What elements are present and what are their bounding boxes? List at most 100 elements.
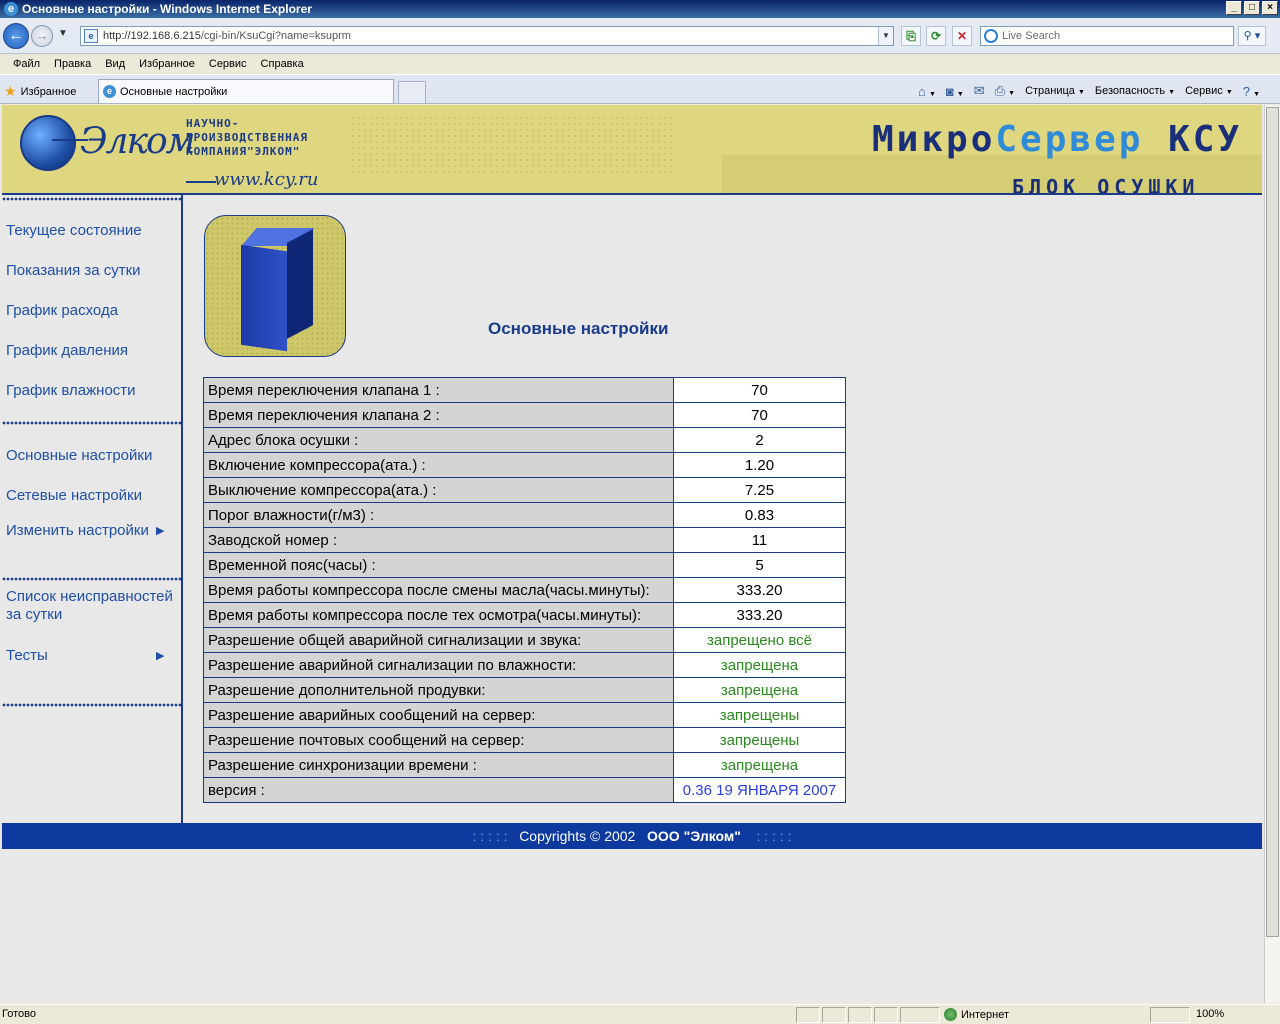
product-title: МикроСервер КСУ — [872, 119, 1243, 160]
sidebar-item-main-settings[interactable]: Основные настройки — [6, 447, 152, 465]
setting-value: запрещены — [673, 727, 846, 753]
stop-icon[interactable]: ✕ — [952, 26, 972, 46]
printer-icon: ⎙ — [994, 83, 1006, 98]
table-row: Разрешение почтовых сообщений на сервер:… — [203, 727, 846, 753]
sidebar-item-network-settings[interactable]: Сетевые настройки — [6, 487, 142, 505]
setting-label: Адрес блока осушки : — [203, 427, 674, 453]
setting-label: Время переключения клапана 1 : — [203, 377, 674, 403]
sidebar-item-change-settings[interactable]: Изменить настройки — [6, 522, 149, 540]
table-row: Время переключения клапана 2 :70 — [203, 402, 846, 428]
sidebar-separator — [2, 197, 182, 201]
website-link[interactable]: www.kcy.ru — [214, 169, 319, 190]
new-tab-button[interactable] — [398, 81, 426, 103]
setting-label: Заводской номер : — [203, 527, 674, 553]
setting-value: 70 — [673, 377, 846, 403]
window-title-bar: e Основные настройки - Windows Internet … — [0, 0, 1280, 18]
address-bar[interactable]: e http://192.168.6.215/cgi-bin/KsuCgi?na… — [80, 26, 894, 46]
menu-edit[interactable]: Правка — [47, 58, 98, 70]
table-row: Разрешение общей аварийной сигнализации … — [203, 627, 846, 653]
setting-value: запрещена — [673, 752, 846, 778]
search-box[interactable]: Live Search — [980, 26, 1234, 46]
cabinet-side — [287, 229, 313, 339]
back-button[interactable]: ← — [3, 23, 29, 49]
status-cell — [796, 1007, 820, 1023]
tab-active[interactable]: e Основные настройки — [98, 79, 394, 103]
url-path: /cgi-bin/KsuCgi?name=ksuprm — [200, 30, 351, 42]
sidebar-item-flow-chart[interactable]: График расхода — [6, 302, 118, 320]
status-cell — [900, 1007, 940, 1023]
menu-file[interactable]: Файл — [6, 58, 47, 70]
zoom-level[interactable]: 100% — [1196, 1008, 1224, 1020]
page-menu[interactable]: Страница ▼ — [1025, 85, 1085, 97]
sidebar-item-tests[interactable]: Тесты — [6, 647, 48, 665]
minimize-button[interactable]: _ — [1226, 1, 1242, 15]
table-row: Разрешение дополнительной продувки: запре… — [203, 677, 846, 703]
refresh-icon[interactable]: ⟳ — [926, 26, 946, 46]
menu-help[interactable]: Справка — [254, 58, 311, 70]
sidebar-item-fault-list[interactable]: Список неисправностей за сутки — [6, 588, 173, 624]
setting-label: Разрешение почтовых сообщений на сервер: — [203, 727, 674, 753]
setting-value: запрещены — [673, 702, 846, 728]
setting-label: Разрешение аварийной сигнализации по вла… — [203, 652, 674, 678]
setting-label: версия : — [203, 777, 674, 803]
setting-value: 5 — [673, 552, 846, 578]
setting-label: Время работы компрессора после тех осмот… — [203, 602, 674, 628]
setting-label: Разрешение аварийных сообщений на сервер… — [203, 702, 674, 728]
status-cell — [822, 1007, 846, 1023]
setting-value: запрещена — [673, 652, 846, 678]
company-footer: ООО "Элком" — [647, 828, 741, 844]
menu-favorites[interactable]: Избранное — [132, 58, 202, 70]
sidebar-item-humidity-chart[interactable]: График влажности — [6, 382, 136, 400]
address-dropdown-icon[interactable]: ▼ — [878, 27, 893, 45]
setting-label: Включение компрессора(ата.) : — [203, 452, 674, 478]
setting-label: Разрешение синхронизации времени : — [203, 752, 674, 778]
scrollbar-thumb[interactable] — [1266, 107, 1279, 937]
table-row: Разрешение синхронизации времени : запрещ… — [203, 752, 846, 778]
site-footer: : : : : : Copyrights © 2002 ООО "Элком" … — [2, 823, 1262, 849]
tools-menu[interactable]: Сервис ▼ — [1185, 85, 1233, 97]
history-dropdown-icon[interactable]: ▼ — [58, 28, 68, 39]
status-bar: Готово Интернет 100% — [0, 1004, 1280, 1024]
sidebar-item-pressure-chart[interactable]: График давления — [6, 342, 128, 360]
print-button[interactable]: ⎙ ▼ — [995, 83, 1015, 99]
page-icon: e — [84, 29, 98, 43]
table-row: Выключение компрессора(ата.) :7.25 — [203, 477, 846, 503]
forward-button[interactable]: → — [31, 25, 53, 47]
table-row: Время переключения клапана 1 :70 — [203, 377, 846, 403]
close-button[interactable]: × — [1262, 1, 1278, 15]
help-button[interactable]: ? ▼ — [1243, 84, 1260, 99]
feeds-button[interactable]: ◙ ▼ — [946, 84, 964, 99]
sidebar-item-daily-readings[interactable]: Показания за сутки — [6, 262, 141, 280]
maximize-button[interactable]: □ — [1244, 1, 1260, 15]
security-zone[interactable]: Интернет — [944, 1008, 1009, 1021]
vertical-scrollbar[interactable] — [1264, 105, 1280, 1003]
device-image — [204, 215, 346, 357]
live-search-icon — [984, 29, 998, 43]
mail-button[interactable]: ✉ — [974, 83, 985, 99]
table-row: Разрешение аварийных сообщений на сервер… — [203, 702, 846, 728]
menu-view[interactable]: Вид — [98, 58, 132, 70]
menu-tools[interactable]: Сервис — [202, 58, 254, 70]
compatibility-icon[interactable]: ⎘ — [901, 26, 921, 46]
page-heading: Основные настройки — [488, 319, 669, 338]
safety-menu[interactable]: Безопасность ▼ — [1095, 85, 1175, 97]
protected-mode-cell[interactable] — [1150, 1007, 1190, 1023]
setting-label: Время переключения клапана 2 : — [203, 402, 674, 428]
page-viewport: Элком научно- производственная компания"… — [0, 105, 1264, 1003]
globe-logo-icon — [20, 115, 88, 171]
sidebar-item-current-state[interactable]: Текущее состояние — [6, 222, 142, 240]
tab-ie-icon: e — [103, 85, 116, 98]
status-cell — [848, 1007, 872, 1023]
sidebar-separator — [2, 577, 182, 581]
mail-icon: ✉ — [973, 83, 985, 98]
table-row: Временной пояс(часы) :5 — [203, 552, 846, 578]
favorites-button[interactable]: ★ Избранное — [4, 83, 76, 100]
website-line — [186, 181, 216, 183]
search-button[interactable]: ⚲ ▾ — [1238, 26, 1266, 46]
settings-table: Время переключения клапана 1 :70 Время пе… — [203, 377, 846, 803]
ie-logo-icon: e — [4, 2, 18, 16]
home-icon: ⌂ — [918, 83, 926, 99]
submenu-arrow-icon: ▶ — [156, 650, 165, 662]
home-button[interactable]: ⌂ ▼ — [918, 84, 936, 99]
setting-label: Временной пояс(часы) : — [203, 552, 674, 578]
